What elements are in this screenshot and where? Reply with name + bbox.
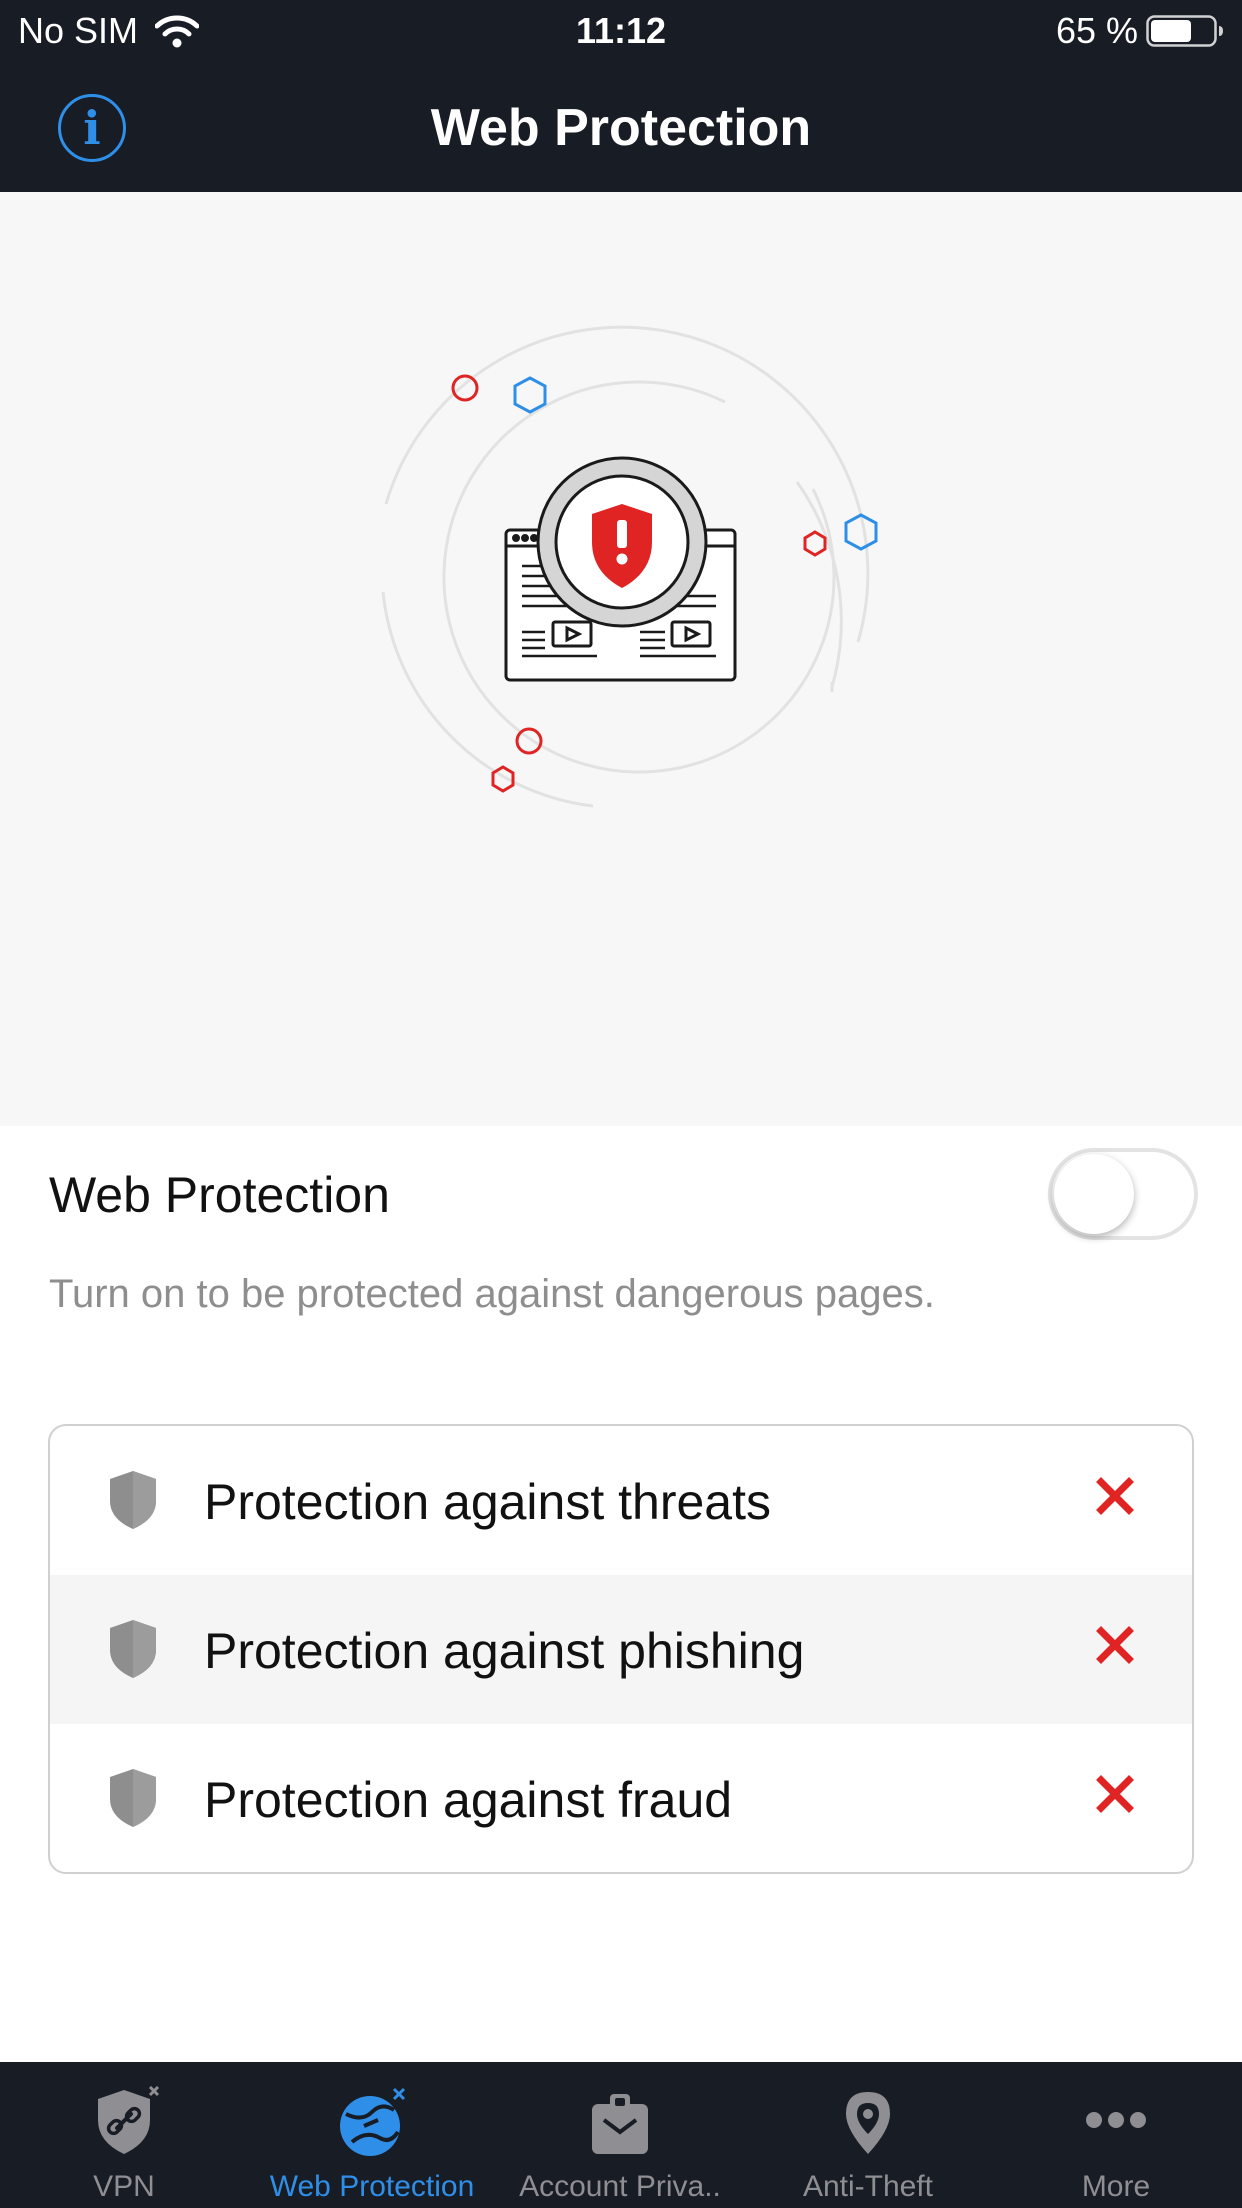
hero-illustration (0, 192, 1242, 1126)
navigation-bar: i Web Protection (0, 62, 1242, 192)
tab-bar: VPN Web Protection Account Priva.. Anti-… (0, 2062, 1242, 2208)
tab-label: Anti-Theft (802, 2170, 934, 2203)
feature-label: Protection against threats (204, 1474, 771, 1530)
tab-vpn[interactable]: VPN (0, 2062, 248, 2208)
toggle-knob (1054, 1154, 1134, 1234)
battery-icon (1146, 15, 1223, 47)
red-ring-dot (515, 727, 543, 755)
vpn-shield-icon (98, 2086, 160, 2154)
page-title: Web Protection (430, 99, 812, 157)
x-icon (1096, 1775, 1134, 1813)
shield-icon (110, 1769, 156, 1827)
feature-row-threats: Protection against threats (50, 1426, 1192, 1575)
toggle-description: Turn on to be protected against dangerou… (49, 1272, 935, 1316)
tab-label: Web Protection (269, 2170, 475, 2203)
tab-anti-theft[interactable]: Anti-Theft (744, 2062, 992, 2208)
web-protection-globe-icon (340, 2087, 406, 2156)
red-ring-dot (451, 374, 479, 402)
feature-row-phishing: Protection against phishing (50, 1575, 1192, 1724)
magnifier (536, 456, 708, 628)
toggle-label: Web Protection (49, 1167, 390, 1223)
feature-label: Protection against phishing (204, 1623, 805, 1679)
tab-label: Account Priva.. (519, 2170, 721, 2203)
shield-icon (110, 1471, 156, 1529)
x-icon (1096, 1626, 1134, 1664)
status-bar: No SIM 11:12 65 % (0, 0, 1242, 62)
red-hexagon (803, 530, 827, 557)
tab-label: More (1081, 2170, 1151, 2203)
more-dots-icon (1086, 2112, 1146, 2128)
tab-label: VPN (93, 2170, 155, 2203)
shield-icon (110, 1620, 156, 1678)
web-protection-toggle-row: Web Protection (0, 1126, 1242, 1256)
tab-more[interactable]: More (992, 2062, 1240, 2208)
x-icon (1096, 1477, 1134, 1515)
account-privacy-clipboard-icon (592, 2094, 648, 2154)
tab-web-protection[interactable]: Web Protection (248, 2062, 496, 2208)
feature-row-fraud: Protection against fraud (50, 1724, 1192, 1872)
web-protection-toggle[interactable] (1048, 1148, 1198, 1240)
feature-label: Protection against fraud (204, 1772, 733, 1828)
blue-hexagon (513, 376, 547, 414)
feature-list: Protection against threats Protection ag… (48, 1424, 1194, 1874)
battery-percentage: 65 % (1055, 10, 1138, 51)
anti-theft-location-icon (846, 2092, 890, 2154)
web-scan-illustration (381, 325, 878, 808)
tab-account-privacy[interactable]: Account Priva.. (496, 2062, 744, 2208)
